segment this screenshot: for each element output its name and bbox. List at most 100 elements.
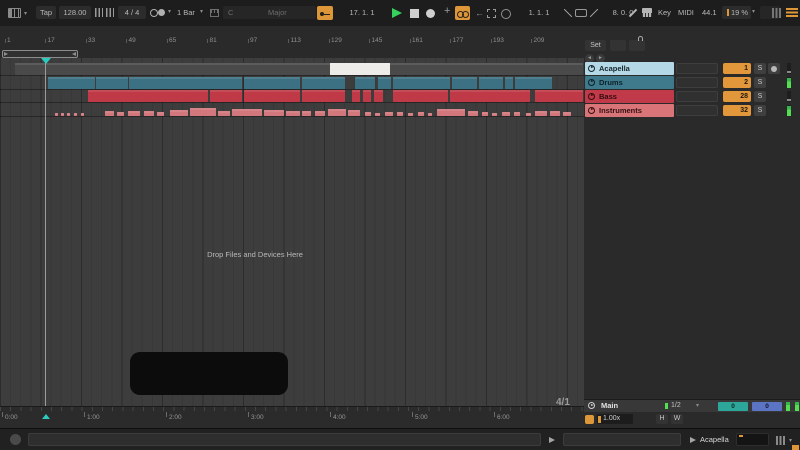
track-number-box[interactable]: 2 [723, 77, 751, 88]
beat-time-ruler[interactable]: 1173349658197113129145161177193209 [0, 26, 584, 58]
audio-clip[interactable] [365, 112, 371, 116]
width-zoom-button[interactable]: W [671, 414, 683, 424]
audio-clip[interactable] [88, 90, 208, 102]
audio-clip[interactable] [61, 113, 64, 116]
loop-icon[interactable] [575, 9, 587, 17]
playback-speed-field[interactable]: 1.00x [597, 414, 633, 424]
solo-button[interactable]: S [754, 91, 766, 102]
audio-clip[interactable] [526, 113, 531, 116]
nudge-up-icon[interactable] [106, 8, 114, 17]
cue-level-value[interactable]: 1/2 [671, 400, 681, 412]
cpu-meter[interactable]: 19 % [722, 6, 751, 19]
audio-clip[interactable] [232, 109, 262, 115]
audio-clip[interactable] [502, 112, 510, 116]
hamburger-menu-icon[interactable] [786, 8, 798, 17]
loop-length-field[interactable]: 8. 0. 0 [601, 6, 645, 19]
track-slider[interactable] [676, 91, 718, 102]
audio-clip[interactable] [302, 111, 311, 115]
track-header-row[interactable]: Bass28S [585, 90, 800, 103]
metronome-dot-icon[interactable] [158, 9, 165, 16]
track-slider[interactable] [676, 105, 718, 116]
caret-down-icon[interactable]: ▾ [752, 6, 755, 19]
audio-clip[interactable] [264, 110, 284, 116]
scale-name-select[interactable]: Major [263, 6, 316, 19]
main-volume-value[interactable]: 0 [752, 402, 782, 411]
track-name-cell[interactable]: Drums [585, 76, 674, 89]
tempo-follower-icon[interactable] [585, 415, 594, 424]
scale-mode-icon[interactable] [210, 9, 219, 17]
audio-clip[interactable] [302, 90, 345, 102]
audio-clip[interactable] [210, 90, 242, 102]
audio-clip[interactable] [505, 77, 513, 89]
follow-button[interactable] [317, 6, 333, 20]
window-layout-icon[interactable] [8, 8, 21, 18]
audio-clip[interactable] [374, 90, 383, 102]
zoom-handle-right-icon[interactable] [72, 52, 76, 56]
caret-down-icon[interactable]: ▾ [789, 437, 792, 444]
track-name-cell[interactable]: Acapella [585, 62, 674, 75]
audio-clip[interactable] [96, 77, 128, 89]
audio-clip[interactable] [218, 111, 230, 116]
nudge-down-icon[interactable] [95, 8, 103, 17]
minutes-time-ruler[interactable]: 0:001:002:003:004:005:006:00 [0, 406, 584, 429]
audio-clip[interactable] [468, 111, 478, 116]
info-icon[interactable] [10, 434, 21, 445]
scale-root-select[interactable]: C [223, 6, 265, 19]
solo-button[interactable]: S [754, 105, 766, 116]
audio-clip[interactable] [482, 112, 488, 116]
audio-clip[interactable] [428, 113, 432, 116]
track-name-cell[interactable]: Instruments [585, 104, 674, 117]
track-slider[interactable] [676, 63, 718, 74]
time-signature-field[interactable]: 4 / 4 [118, 6, 146, 19]
audio-clip[interactable] [105, 111, 114, 115]
audio-clip[interactable] [514, 112, 520, 116]
metronome-icon[interactable] [150, 9, 158, 17]
audio-clip[interactable] [15, 63, 583, 75]
audio-clip[interactable] [397, 112, 403, 116]
back-to-arrangement-icon[interactable]: ← [475, 7, 484, 20]
audio-clip[interactable] [170, 110, 188, 116]
key-map-button[interactable]: Key [658, 6, 671, 19]
zoom-range-handle[interactable] [2, 50, 78, 58]
audio-clip[interactable] [393, 90, 448, 102]
audio-clip[interactable] [535, 90, 583, 102]
loop-start-marker-icon[interactable] [42, 414, 50, 419]
audio-clip[interactable] [452, 77, 477, 89]
audio-clip[interactable] [492, 113, 497, 116]
capture-midi-icon[interactable]: + [444, 5, 450, 18]
audio-clip[interactable] [328, 109, 346, 116]
zoom-handle-left-icon[interactable] [4, 52, 8, 56]
audio-clip[interactable] [244, 77, 300, 89]
punch-in-icon[interactable] [564, 9, 572, 17]
height-zoom-button[interactable]: H [656, 414, 668, 424]
track-header-row[interactable]: Drums2S [585, 76, 800, 89]
audio-clip[interactable] [315, 111, 325, 116]
audio-clip[interactable] [48, 77, 95, 89]
quantization-menu[interactable]: 1 Bar [177, 6, 195, 19]
track-slider[interactable] [676, 77, 718, 88]
midi-map-button[interactable]: MIDI [678, 6, 694, 19]
main-track-header[interactable]: Main 1/2 ▾ 0 0 [584, 399, 800, 412]
computer-midi-keyboard-icon[interactable] [642, 8, 652, 17]
audio-clip[interactable] [74, 113, 77, 116]
playhead-marker-icon[interactable] [41, 58, 51, 64]
audio-clip[interactable] [355, 77, 375, 89]
audio-clip[interactable] [55, 113, 58, 116]
caret-down-icon[interactable]: ▾ [200, 6, 203, 19]
session-record-button[interactable] [501, 9, 511, 19]
audio-clip[interactable] [535, 111, 547, 116]
audio-clip[interactable] [144, 111, 154, 115]
audio-clip[interactable] [117, 112, 124, 116]
arrangement-position-field[interactable]: 17. 1. 1 [340, 6, 384, 19]
expand-icon[interactable] [487, 9, 496, 18]
track-number-box[interactable]: 28 [723, 91, 751, 102]
audio-clip[interactable] [190, 108, 216, 115]
audio-clip[interactable] [81, 113, 84, 116]
audio-clip[interactable] [479, 77, 503, 89]
audio-clip[interactable] [515, 77, 552, 89]
audio-clip[interactable] [437, 109, 465, 115]
stop-button[interactable] [410, 9, 419, 18]
midi-overdub-button[interactable] [455, 6, 470, 20]
loop-start-field[interactable]: 1. 1. 1 [517, 6, 561, 19]
preview-play-icon[interactable] [549, 437, 555, 443]
